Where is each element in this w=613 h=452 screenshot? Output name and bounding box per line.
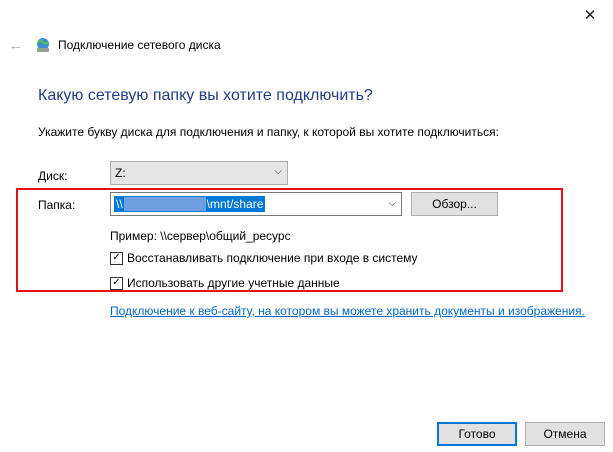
other-credentials-checkbox-row[interactable]: ✓ Использовать другие учетные данные — [110, 276, 340, 290]
example-text: Пример: \\сервер\общий_ресурс — [110, 229, 291, 243]
finish-button[interactable]: Готово — [437, 422, 517, 446]
close-button[interactable]: ✕ — [567, 0, 613, 30]
folder-value-suffix: \mnt/share — [206, 197, 264, 211]
network-drive-icon — [37, 38, 49, 52]
chevron-down-icon: ⌵ — [274, 166, 282, 177]
drive-label: Диск: — [38, 169, 68, 183]
folder-value-prefix: \\ — [116, 197, 123, 211]
chevron-down-icon[interactable]: ⌵ — [388, 198, 396, 209]
browse-button[interactable]: Обзор... — [411, 192, 498, 216]
website-link[interactable]: Подключение к веб-сайту, на котором вы м… — [110, 304, 585, 318]
cancel-button[interactable]: Отмена — [525, 422, 605, 446]
reconnect-checkbox-row[interactable]: ✓ Восстанавливать подключение при входе … — [110, 251, 418, 265]
reconnect-checkbox[interactable]: ✓ — [110, 251, 123, 265]
window-title: Подключение сетевого диска — [58, 38, 221, 52]
back-button[interactable]: ← — [6, 35, 26, 55]
drive-select[interactable]: Z: ⌵ — [110, 161, 288, 185]
drive-value: Z: — [115, 166, 126, 180]
reconnect-label[interactable]: Восстанавливать подключение при входе в … — [127, 251, 418, 265]
folder-label: Папка: — [38, 198, 76, 212]
close-icon: ✕ — [583, 7, 597, 24]
page-heading: Какую сетевую папку вы хотите подключить… — [38, 87, 373, 104]
other-credentials-checkbox[interactable]: ✓ — [110, 276, 123, 290]
page-description: Укажите букву диска для подключения и па… — [38, 125, 499, 139]
redacted-server-name — [123, 197, 206, 211]
other-credentials-label[interactable]: Использовать другие учетные данные — [127, 276, 340, 290]
back-arrow-icon: ← — [8, 36, 24, 54]
folder-input[interactable]: \\ \mnt/share ⌵ — [110, 192, 402, 216]
folder-selected-text: \\ \mnt/share — [114, 196, 266, 212]
